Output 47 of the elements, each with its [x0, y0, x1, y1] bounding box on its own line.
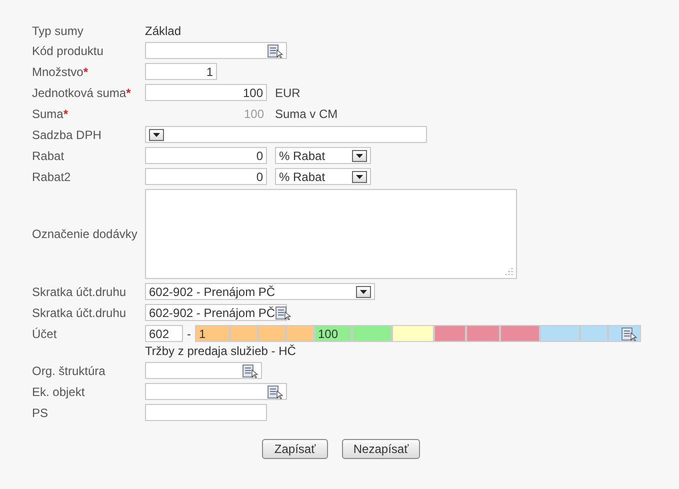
cancel-button[interactable]: Nezapísať — [342, 439, 420, 459]
field-label: Jednotková suma* — [32, 86, 132, 100]
lookup-icon[interactable] — [267, 384, 283, 398]
text-area[interactable] — [145, 189, 517, 279]
number-field[interactable]: 1 — [145, 63, 217, 80]
field-label: Sadzba DPH — [32, 128, 102, 142]
readonly-value: 100 — [242, 106, 265, 120]
lookup-icon[interactable] — [267, 44, 283, 58]
account-segment[interactable]: 1 — [196, 326, 229, 341]
field-label: Rabat — [32, 148, 66, 162]
lookup-field[interactable] — [145, 383, 287, 400]
field-label: Účet — [32, 326, 58, 340]
account-segments-field[interactable]: 1 100 — [195, 325, 641, 342]
dropdown-field[interactable]: % Rabat — [275, 168, 371, 185]
unit-label: Suma v CM — [275, 106, 338, 120]
resize-grip-icon[interactable] — [505, 267, 513, 275]
field-label: Skratka účt.druhu — [32, 284, 128, 298]
field-label: Ek. objekt — [32, 384, 86, 398]
account-description: Tržby z predaja služieb - HČ — [145, 344, 297, 358]
account-segment[interactable] — [609, 326, 640, 341]
save-button[interactable]: Zapísať — [262, 439, 328, 459]
field-label: Org. štruktúra — [32, 364, 106, 378]
lookup-field[interactable] — [145, 42, 287, 59]
dropdown-field[interactable] — [145, 126, 427, 143]
field-label: Typ sumy — [32, 24, 84, 38]
account-segment[interactable]: 100 — [315, 326, 351, 341]
account-prefix-field[interactable]: 602 — [145, 325, 183, 342]
separator: - — [187, 326, 191, 340]
lookup-icon[interactable] — [275, 306, 292, 320]
number-field[interactable]: 0 — [145, 168, 267, 185]
field-label: Množstvo* — [32, 64, 90, 78]
lookup-icon[interactable] — [242, 364, 258, 378]
field-label: Kód produktu — [32, 44, 104, 58]
field-label: Suma* — [32, 106, 70, 120]
unit-label: EUR — [275, 86, 300, 100]
dropdown-field[interactable]: % Rabat — [275, 147, 371, 164]
text-field[interactable] — [145, 404, 267, 421]
field-label: Skratka účt.druhu — [32, 306, 128, 320]
field-label: PS — [32, 406, 50, 420]
field-label: Rabat2 — [32, 170, 72, 184]
field-label: Označenie dodávky — [32, 227, 138, 241]
lookup-field[interactable] — [145, 362, 262, 379]
lookup-icon[interactable] — [621, 326, 637, 340]
number-field[interactable]: 0 — [145, 147, 267, 164]
dropdown-field[interactable]: 602-902 - Prenájom PČ — [145, 283, 375, 300]
field-value: Základ — [145, 24, 182, 38]
number-field[interactable]: 100 — [145, 84, 267, 101]
